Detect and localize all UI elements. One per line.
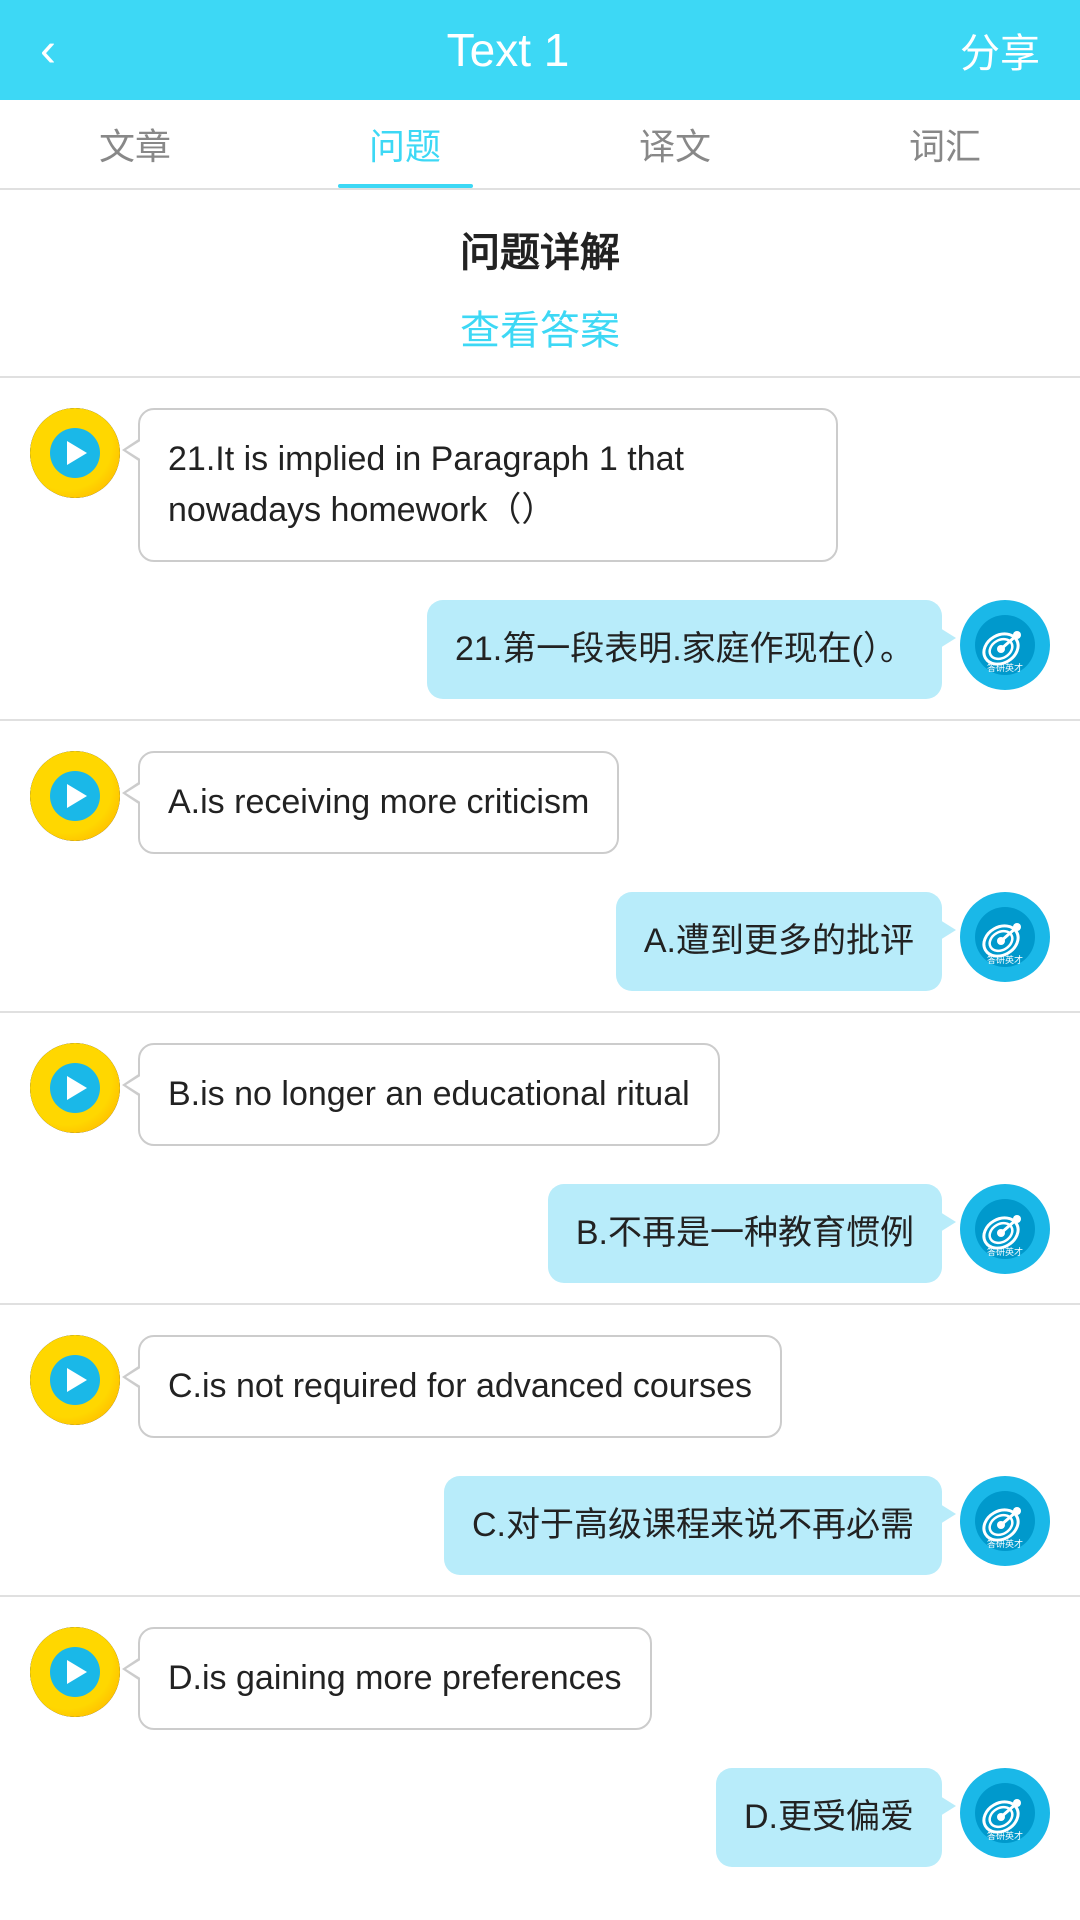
bot-message-row: B.is no longer an educational ritual [30, 1043, 1050, 1146]
user-message-row: 答研英才 21.第一段表明.家庭作现在(）。 [30, 600, 1050, 699]
user-avatar: 答研英才 [960, 1476, 1050, 1566]
bot-avatar [30, 751, 120, 841]
bot-avatar [30, 1043, 120, 1133]
bot-bubble: D.is gaining more preferences [138, 1627, 652, 1730]
chat-pair-optA: A.is receiving more criticism 答研英才 A.遭到更… [0, 721, 1080, 1001]
user-bubble: C.对于高级课程来说不再必需 [444, 1476, 942, 1575]
bot-bubble: B.is no longer an educational ritual [138, 1043, 720, 1146]
chat-pair-q21: 21.It is implied in Paragraph 1 that now… [0, 378, 1080, 709]
user-message-row: 答研英才 D.更受偏爱 [30, 1768, 1050, 1867]
chat-section-user: 答研英才 B.不再是一种教育惯例 [0, 1174, 1080, 1293]
bot-avatar [30, 408, 120, 498]
chat-pair-optC: C.is not required for advanced courses 答… [0, 1305, 1080, 1585]
bot-message-row: C.is not required for advanced courses [30, 1335, 1050, 1438]
user-avatar: 答研英才 [960, 1768, 1050, 1858]
svg-text:答研英才: 答研英才 [987, 954, 1023, 965]
chat-section-user: 答研英才 D.更受偏爱 [0, 1758, 1080, 1877]
bot-bubble: A.is receiving more criticism [138, 751, 619, 854]
bot-avatar [30, 1627, 120, 1717]
chat-pair-optD: D.is gaining more preferences 答研英才 D.更受偏… [0, 1597, 1080, 1877]
chat-container: 21.It is implied in Paragraph 1 that now… [0, 378, 1080, 1877]
svg-text:答研英才: 答研英才 [987, 1830, 1023, 1841]
user-bubble: D.更受偏爱 [716, 1768, 942, 1867]
view-answer-button[interactable]: 查看答案 [0, 288, 1080, 376]
chat-section-bot: A.is receiving more criticism [0, 721, 1080, 882]
share-button[interactable]: 分享 [960, 21, 1040, 79]
tab-cihui[interactable]: 词汇 [810, 118, 1080, 188]
chat-section-bot: B.is no longer an educational ritual [0, 1013, 1080, 1174]
user-avatar: 答研英才 [960, 892, 1050, 982]
section-title: 问题详解 [0, 190, 1080, 288]
bot-message-row: 21.It is implied in Paragraph 1 that now… [30, 408, 1050, 562]
tab-wenti[interactable]: 问题 [270, 118, 540, 188]
page-title: Text 1 [447, 23, 570, 77]
user-bubble: B.不再是一种教育惯例 [548, 1184, 942, 1283]
user-message-row: 答研英才 C.对于高级课程来说不再必需 [30, 1476, 1050, 1575]
svg-text:答研英才: 答研英才 [987, 1538, 1023, 1549]
user-bubble: 21.第一段表明.家庭作现在(）。 [427, 600, 942, 699]
bot-message-row: D.is gaining more preferences [30, 1627, 1050, 1730]
chat-section-user: 答研英才 A.遭到更多的批评 [0, 882, 1080, 1001]
bot-avatar [30, 1335, 120, 1425]
header: ‹ Text 1 分享 [0, 0, 1080, 100]
bot-bubble: C.is not required for advanced courses [138, 1335, 782, 1438]
user-avatar: 答研英才 [960, 1184, 1050, 1274]
user-bubble: A.遭到更多的批评 [616, 892, 942, 991]
tab-yiwen[interactable]: 译文 [540, 118, 810, 188]
chat-pair-optB: B.is no longer an educational ritual 答研英… [0, 1013, 1080, 1293]
svg-text:答研英才: 答研英才 [987, 1246, 1023, 1257]
tab-bar: 文章 问题 译文 词汇 [0, 100, 1080, 190]
user-avatar: 答研英才 [960, 600, 1050, 690]
chat-section-bot: C.is not required for advanced courses [0, 1305, 1080, 1466]
chat-section-bot: D.is gaining more preferences [0, 1597, 1080, 1758]
user-message-row: 答研英才 B.不再是一种教育惯例 [30, 1184, 1050, 1283]
bot-message-row: A.is receiving more criticism [30, 751, 1050, 854]
chat-section-user: 答研英才 C.对于高级课程来说不再必需 [0, 1466, 1080, 1585]
user-message-row: 答研英才 A.遭到更多的批评 [30, 892, 1050, 991]
chat-section-bot: 21.It is implied in Paragraph 1 that now… [0, 378, 1080, 590]
chat-section-user: 答研英才 21.第一段表明.家庭作现在(）。 [0, 590, 1080, 709]
tab-wenzhang[interactable]: 文章 [0, 118, 270, 188]
bot-bubble: 21.It is implied in Paragraph 1 that now… [138, 408, 838, 562]
svg-text:答研英才: 答研英才 [987, 662, 1023, 673]
back-button[interactable]: ‹ [40, 23, 56, 78]
